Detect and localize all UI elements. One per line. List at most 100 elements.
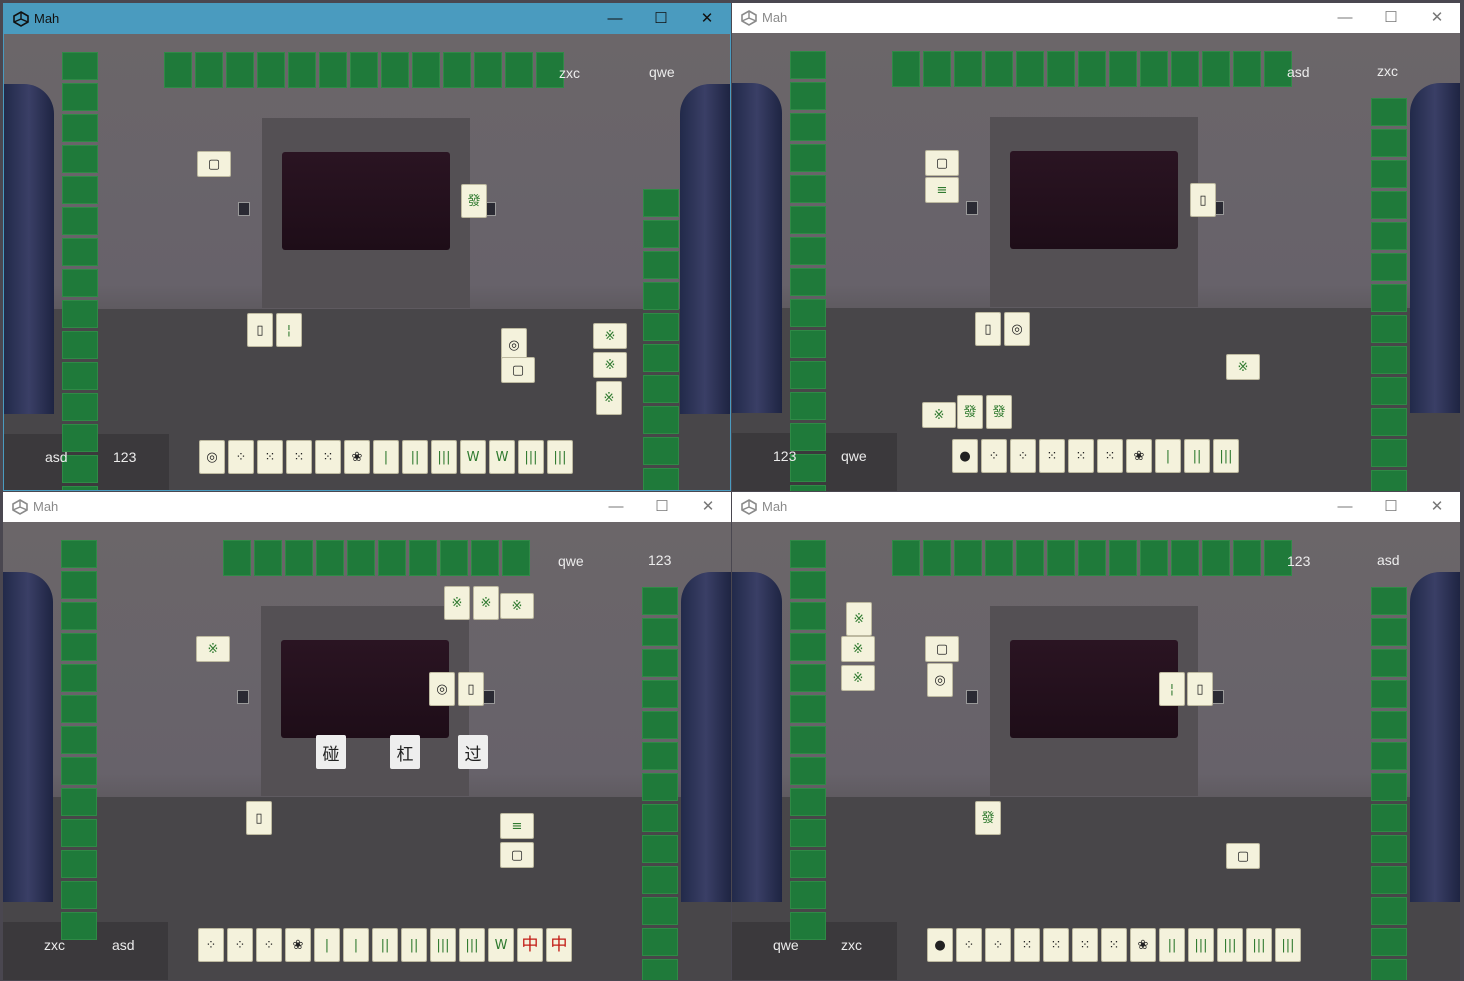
hand-tile[interactable]: ⁘ bbox=[228, 440, 254, 474]
hand-tile[interactable]: ||| bbox=[1217, 928, 1243, 962]
game-scene[interactable]: asd zxc 123 qwe ● ⁘ ⁘ ⁙ ⁙ ⁙ ❀ | || ||| ▢ ≡ ▯ ▯ ◎ ※ ※ 發發 bbox=[732, 33, 1460, 491]
hand-tile[interactable]: ⁘ bbox=[956, 928, 982, 962]
hand-tile[interactable]: ⁙ bbox=[1039, 439, 1065, 473]
hand-tile[interactable]: ||| bbox=[1246, 928, 1272, 962]
close-button[interactable]: ✕ bbox=[684, 4, 730, 34]
hand-tile[interactable]: ● bbox=[927, 928, 953, 962]
game-scene[interactable]: 123 asd qwe zxc ● ⁘ ⁘ ⁙ ⁙ ⁙ ⁙ ❀ || ||| ||| ||| ||| ※ ※ ※ ▢ ◎ ¦… bbox=[732, 522, 1460, 980]
hand-tile[interactable]: | bbox=[343, 928, 369, 962]
tile-face: ● bbox=[934, 937, 946, 953]
hand-tile[interactable]: ❀ bbox=[285, 928, 311, 962]
wall-tile bbox=[1371, 377, 1407, 405]
hand-tile[interactable]: ⁘ bbox=[256, 928, 282, 962]
unity-logo-icon bbox=[741, 10, 757, 26]
hand-tile[interactable]: ||| bbox=[1213, 439, 1239, 473]
hand-tile[interactable]: ⁘ bbox=[227, 928, 253, 962]
player-name-top-right: 123 bbox=[648, 552, 672, 568]
hand-tile[interactable]: ⁙ bbox=[315, 440, 341, 474]
hand-tile[interactable]: ⁘ bbox=[981, 439, 1007, 473]
tile-face: ▢ bbox=[1236, 848, 1250, 864]
hand-tile[interactable]: ⁘ bbox=[1010, 439, 1036, 473]
tile-face: ※ bbox=[852, 641, 864, 657]
maximize-button[interactable]: ☐ bbox=[1368, 492, 1414, 522]
hand-tile[interactable]: ||| bbox=[1188, 928, 1214, 962]
pong-button[interactable]: 碰 bbox=[316, 735, 346, 769]
title-bar[interactable]: Mah — ☐ ✕ bbox=[4, 4, 730, 34]
wall-tile bbox=[1047, 540, 1075, 576]
hand-tile[interactable]: W bbox=[489, 440, 515, 474]
wall-tile bbox=[1371, 191, 1407, 219]
pass-button[interactable]: 过 bbox=[458, 735, 488, 769]
hand-tile[interactable]: || bbox=[401, 928, 427, 962]
tile-face: ||| bbox=[1281, 937, 1295, 953]
wall-tile bbox=[1109, 51, 1137, 87]
hand-tile[interactable]: ● bbox=[952, 439, 978, 473]
kong-button[interactable]: 杠 bbox=[390, 735, 420, 769]
hand-tile[interactable]: ⁙ bbox=[286, 440, 312, 474]
game-scene[interactable]: qwe 123 zxc asd ⁘ ⁘ ⁘ ❀ | | || || ||| ||| W 中中 ※ ※ ※ ※ ◎ ▯ ▯ ≡ ▢… bbox=[3, 522, 731, 980]
hand-tile[interactable]: W bbox=[460, 440, 486, 474]
close-button[interactable]: ✕ bbox=[1414, 3, 1460, 33]
tile-face: ※ bbox=[480, 595, 492, 611]
hand-tile[interactable]: 中 bbox=[517, 928, 543, 962]
tile-face: ※ bbox=[933, 407, 945, 423]
hand-tile[interactable]: ⁙ bbox=[1101, 928, 1127, 962]
hand-tile[interactable]: ||| bbox=[430, 928, 456, 962]
hand-tile[interactable]: || bbox=[372, 928, 398, 962]
title-bar[interactable]: Mah — ☐ ✕ bbox=[732, 492, 1460, 522]
hand-tile[interactable]: || bbox=[1159, 928, 1185, 962]
minimize-button[interactable]: — bbox=[592, 4, 638, 34]
hand-tile[interactable]: 中 bbox=[546, 928, 572, 962]
wall-tile bbox=[790, 268, 826, 296]
wall-tile bbox=[61, 757, 97, 785]
hand-tile[interactable]: ⁙ bbox=[257, 440, 283, 474]
title-bar[interactable]: Mah — ☐ ✕ bbox=[732, 3, 1460, 33]
hand-tile[interactable]: ⁙ bbox=[1072, 928, 1098, 962]
tile-face: 中 bbox=[550, 934, 568, 955]
wall-tile bbox=[892, 51, 920, 87]
hand-tile[interactable]: ||| bbox=[547, 440, 573, 474]
hand-tile[interactable]: || bbox=[1184, 439, 1210, 473]
tile-face: || bbox=[380, 937, 390, 953]
hand-tile[interactable]: | bbox=[1155, 439, 1181, 473]
game-scene[interactable]: zxc qwe asd 123 ◎ ⁘ ⁙ ⁙ ⁙ ❀ | || ||| W W ||| ||| ▢ ▯ ¦ ◎ ▢ ※ ※ ※… bbox=[4, 34, 730, 490]
title-bar[interactable]: Mah — ☐ ✕ bbox=[3, 492, 731, 522]
close-button[interactable]: ✕ bbox=[685, 492, 731, 522]
tile-face: ||| bbox=[1223, 937, 1237, 953]
hand-tile[interactable]: ||| bbox=[1275, 928, 1301, 962]
hand-tile[interactable]: ⁙ bbox=[1097, 439, 1123, 473]
hand-tile[interactable]: ⁘ bbox=[198, 928, 224, 962]
window-bl[interactable]: Mah — ☐ ✕ qwe 123 zxc asd ⁘ ⁘ ⁘ ❀ | | || || ||| ||| W 中中 ※ ※ ※… bbox=[3, 492, 731, 980]
maximize-button[interactable]: ☐ bbox=[1368, 3, 1414, 33]
window-tl[interactable]: Mah — ☐ ✕ zxc qwe asd 123 ◎ ⁘ ⁙ ⁙ ⁙ ❀ | || ||| W W ||| ||| ▢ ▯… bbox=[3, 3, 731, 491]
hand-tile[interactable]: ⁙ bbox=[1014, 928, 1040, 962]
hand-tile[interactable]: | bbox=[314, 928, 340, 962]
hand-tile[interactable]: | bbox=[373, 440, 399, 474]
speaker-icon bbox=[966, 690, 978, 704]
hand-tile[interactable]: ❀ bbox=[344, 440, 370, 474]
hand-tile[interactable]: ⁘ bbox=[985, 928, 1011, 962]
hand-tile[interactable]: W bbox=[488, 928, 514, 962]
wall-tile bbox=[443, 52, 471, 88]
hand-tile[interactable]: ||| bbox=[518, 440, 544, 474]
wall-tile bbox=[62, 393, 98, 421]
window-br[interactable]: Mah — ☐ ✕ 123 asd qwe zxc ● ⁘ ⁘ ⁙ ⁙ ⁙ ⁙ ❀ || ||| ||| ||| |||… bbox=[732, 492, 1460, 980]
close-button[interactable]: ✕ bbox=[1414, 492, 1460, 522]
minimize-button[interactable]: — bbox=[1322, 3, 1368, 33]
tile-face: ⁘ bbox=[963, 937, 975, 953]
hand-tile[interactable]: || bbox=[402, 440, 428, 474]
wall-tile bbox=[1371, 160, 1407, 188]
maximize-button[interactable]: ☐ bbox=[638, 4, 684, 34]
hand-tile[interactable]: ❀ bbox=[1126, 439, 1152, 473]
wall-tile bbox=[642, 680, 678, 708]
hand-tile[interactable]: ⁙ bbox=[1068, 439, 1094, 473]
hand-tile[interactable]: ◎ bbox=[199, 440, 225, 474]
hand-tile[interactable]: ||| bbox=[459, 928, 485, 962]
hand-tile[interactable]: ⁙ bbox=[1043, 928, 1069, 962]
minimize-button[interactable]: — bbox=[593, 492, 639, 522]
window-tr[interactable]: Mah — ☐ ✕ asd zxc 123 qwe ● ⁘ ⁘ ⁙ ⁙ ⁙ ❀ | || ||| ▢ ≡ ▯ ▯ ◎ ※ ※ 發發 bbox=[732, 3, 1460, 491]
hand-tile[interactable]: ||| bbox=[431, 440, 457, 474]
maximize-button[interactable]: ☐ bbox=[639, 492, 685, 522]
minimize-button[interactable]: — bbox=[1322, 492, 1368, 522]
hand-tile[interactable]: ❀ bbox=[1130, 928, 1156, 962]
